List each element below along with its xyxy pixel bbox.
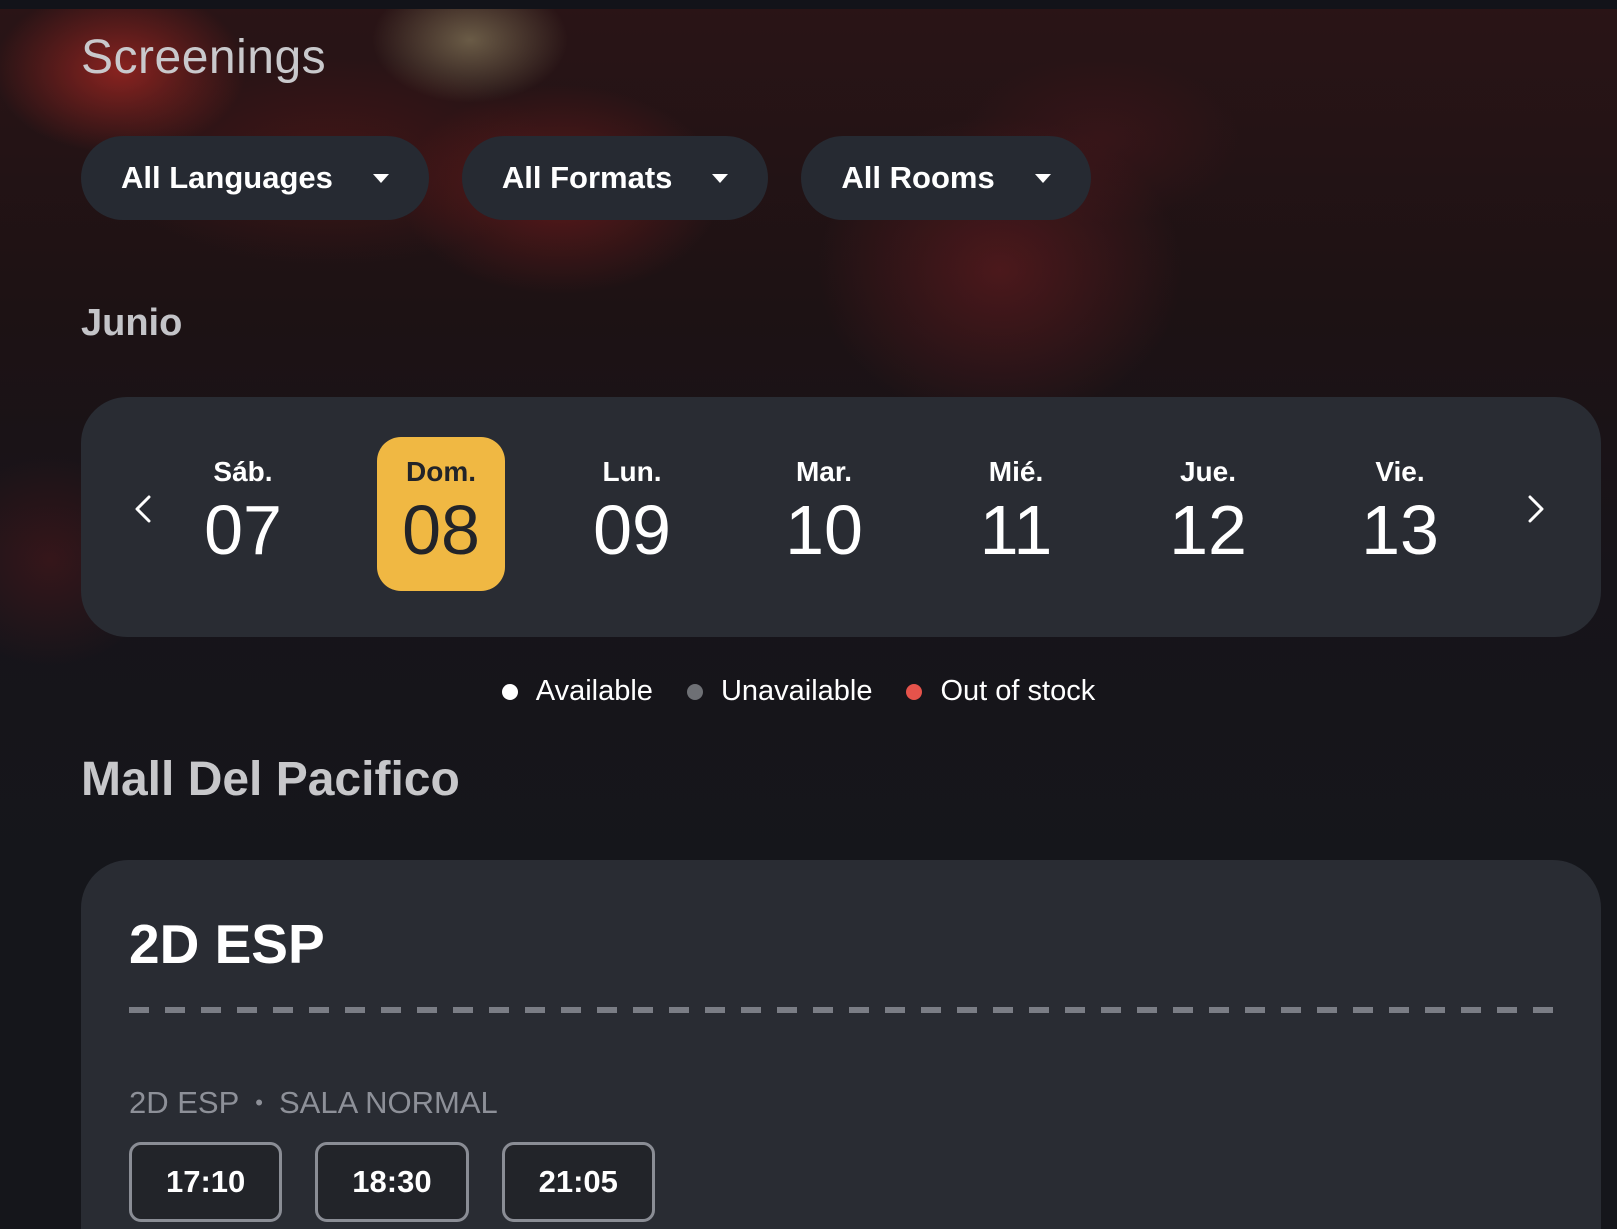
format-filter-label: All Formats [501, 160, 673, 195]
legend-label: Unavailable [720, 675, 873, 707]
room-filter-label: All Rooms [841, 160, 995, 195]
screening-room: SALA NORMAL [278, 1085, 498, 1120]
month-label: Junio [81, 302, 183, 344]
legend-label: Out of stock [940, 675, 1096, 707]
page-title: Screenings [81, 31, 327, 84]
showtime-button[interactable]: 21:05 [501, 1142, 655, 1222]
format-filter-dropdown[interactable]: All Formats [461, 136, 769, 220]
caret-down-icon [1034, 173, 1051, 183]
date-item-09[interactable]: Lun. 09 [568, 437, 696, 591]
date-weekday: Vie. [1375, 456, 1425, 487]
date-number: 12 [1169, 491, 1247, 569]
available-dot-icon [501, 683, 518, 700]
showtime-button[interactable]: 17:10 [129, 1142, 283, 1222]
date-number: 09 [593, 491, 671, 569]
date-weekday: Mar. [795, 456, 853, 487]
date-weekday: Sáb. [213, 456, 273, 487]
date-item-12[interactable]: Jue. 12 [1144, 437, 1272, 591]
date-selector: Sáb. 07 Dom. 08 Lun. 09 Mar. 10 Mié. 11 … [81, 397, 1601, 637]
showtime-button[interactable]: 18:30 [315, 1142, 469, 1222]
date-item-13[interactable]: Vie. 13 [1336, 437, 1464, 591]
page: Screenings All Languages All Formats All… [0, 0, 1617, 1229]
screening-meta: 2D ESP • SALA NORMAL [129, 1085, 498, 1121]
availability-legend: Available Unavailable Out of stock [0, 675, 1617, 708]
date-item-08-selected[interactable]: Dom. 08 [377, 437, 505, 591]
meta-separator: • [255, 1090, 263, 1115]
unavailable-dot-icon [686, 683, 703, 700]
date-number: 10 [785, 491, 863, 569]
date-number: 11 [979, 491, 1053, 569]
screening-card-title: 2D ESP [129, 913, 325, 975]
legend-available: Available [501, 675, 653, 708]
screening-format: 2D ESP [129, 1085, 240, 1120]
date-number: 08 [402, 491, 480, 569]
dashed-divider [129, 1007, 1557, 1013]
legend-unavailable: Unavailable [686, 675, 873, 708]
room-filter-dropdown[interactable]: All Rooms [801, 136, 1091, 220]
date-number: 13 [1361, 491, 1439, 569]
out-of-stock-dot-icon [906, 683, 923, 700]
date-item-10[interactable]: Mar. 10 [760, 437, 888, 591]
date-number: 07 [204, 491, 282, 569]
screening-card: 2D ESP 2D ESP • SALA NORMAL 17:10 18:30 … [81, 860, 1601, 1229]
date-item-11[interactable]: Mié. 11 [952, 437, 1080, 591]
cinema-name: Mall Del Pacifico [81, 753, 460, 806]
caret-down-icon [712, 173, 729, 183]
date-weekday: Jue. [1179, 456, 1237, 487]
legend-label: Available [535, 675, 653, 707]
date-weekday: Dom. [406, 456, 476, 487]
filter-bar: All Languages All Formats All Rooms [81, 136, 1091, 220]
language-filter-label: All Languages [121, 160, 333, 195]
legend-out-of-stock: Out of stock [906, 675, 1095, 708]
date-weekday: Mié. [988, 456, 1044, 487]
caret-down-icon [372, 173, 389, 183]
date-item-07[interactable]: Sáb. 07 [179, 437, 307, 591]
showtime-list: 17:10 18:30 21:05 [129, 1142, 655, 1222]
chevron-left-icon[interactable] [124, 489, 164, 529]
chevron-right-icon[interactable] [1515, 489, 1555, 529]
date-weekday: Lun. [602, 456, 662, 487]
language-filter-dropdown[interactable]: All Languages [81, 136, 429, 220]
top-bar [0, 0, 1617, 9]
